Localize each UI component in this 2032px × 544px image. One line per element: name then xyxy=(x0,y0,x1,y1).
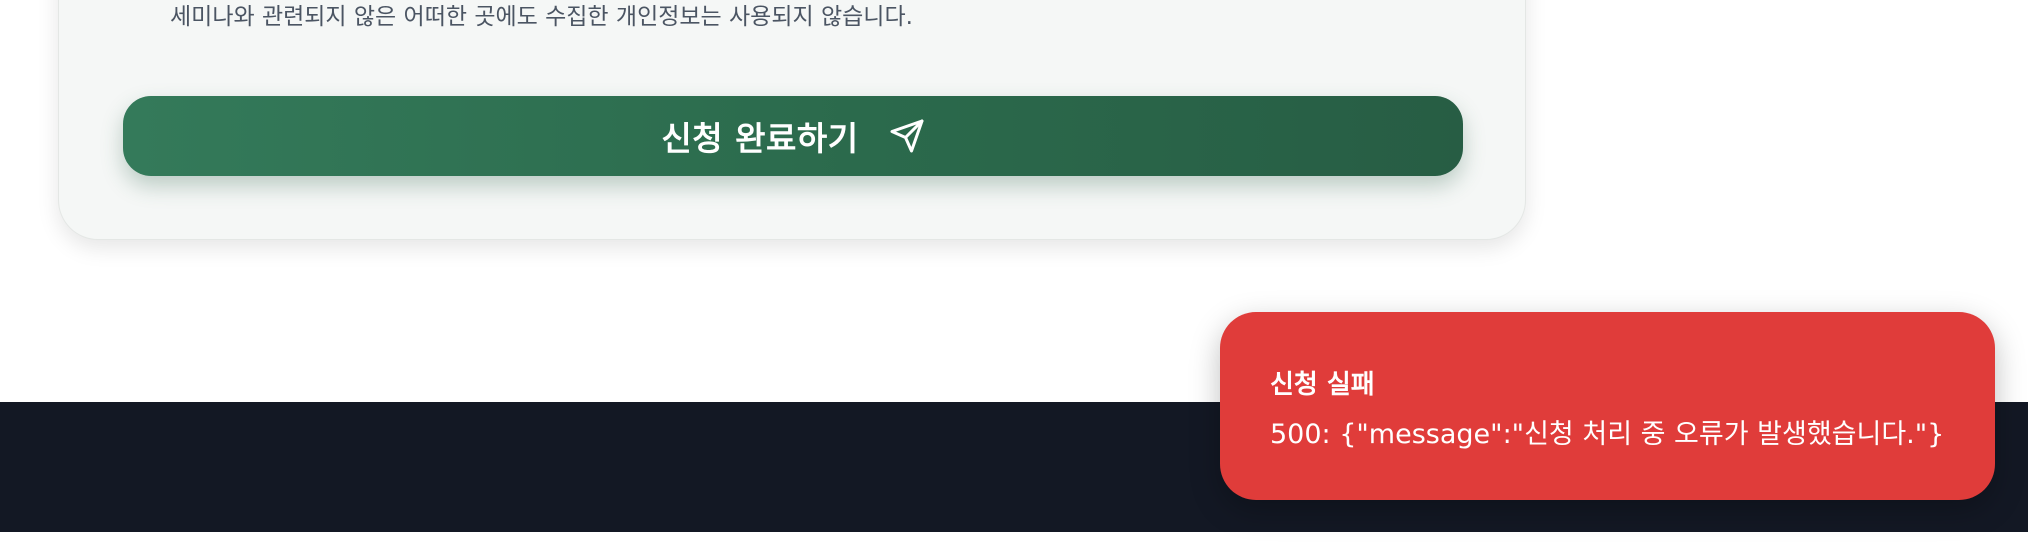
send-icon xyxy=(889,118,925,154)
toast-message: 500: {"message":"신청 처리 중 오류가 발생했습니다."} xyxy=(1270,419,1945,450)
toast-title: 신청 실패 xyxy=(1270,370,1375,400)
submit-button-label: 신청 완료하기 xyxy=(661,119,859,158)
privacy-note: 세미나와 관련되지 않은 어떠한 곳에도 수집한 개인정보는 사용되지 않습니다… xyxy=(170,4,913,30)
error-toast[interactable]: 신청 실패 500: {"message":"신청 처리 중 오류가 발생했습니… xyxy=(1220,312,1995,500)
submit-application-button[interactable]: 신청 완료하기 xyxy=(123,96,1463,176)
